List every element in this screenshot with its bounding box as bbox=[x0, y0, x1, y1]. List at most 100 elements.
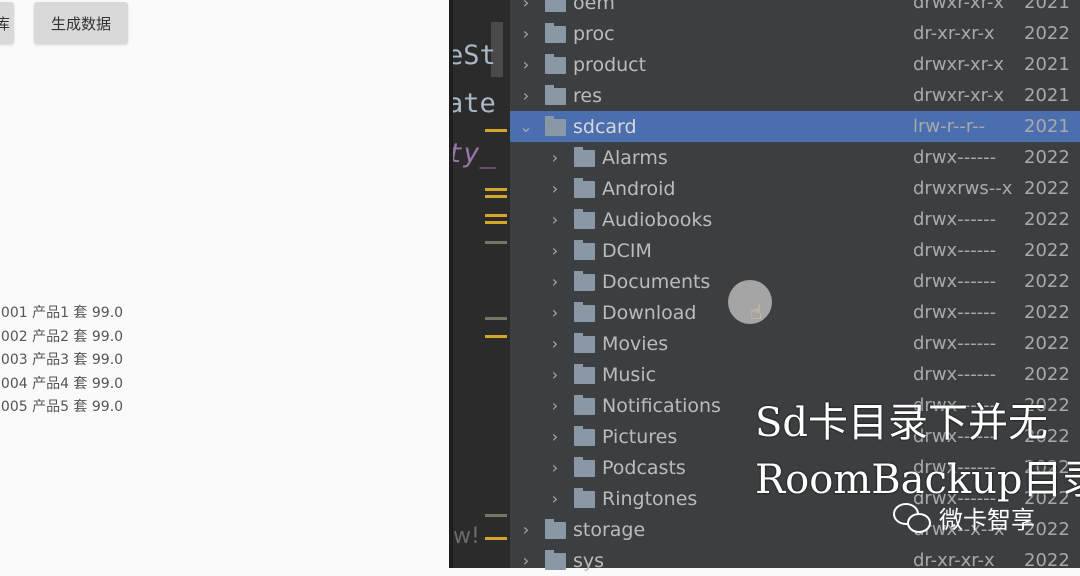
date: 2021 bbox=[1024, 116, 1070, 137]
warning-marker[interactable] bbox=[485, 214, 507, 217]
chevron-right-icon[interactable]: › bbox=[519, 24, 533, 43]
wechat-icon bbox=[893, 501, 933, 535]
warning-marker[interactable] bbox=[485, 129, 507, 132]
tree-row-sys[interactable]: › sys dr-xr-xr-x 2022 bbox=[510, 545, 1080, 576]
library-button[interactable]: 库 bbox=[0, 2, 14, 44]
chevron-right-icon[interactable]: › bbox=[548, 489, 562, 508]
folder-icon bbox=[574, 395, 595, 415]
tree-row-download[interactable]: › Download drwx------ 2022 bbox=[510, 297, 1080, 328]
library-button-label: 库 bbox=[0, 14, 10, 33]
file-name: Podcasts bbox=[602, 456, 686, 479]
chevron-right-icon[interactable]: › bbox=[548, 427, 562, 446]
date: 2022 bbox=[1024, 271, 1070, 292]
folder-icon bbox=[574, 333, 595, 353]
permissions: drwxrws--x bbox=[913, 178, 1013, 199]
permissions: drwxr-xr-x bbox=[913, 54, 1004, 75]
file-name: Download bbox=[602, 301, 697, 324]
date: 2022 bbox=[1024, 240, 1070, 261]
chevron-right-icon[interactable]: › bbox=[548, 365, 562, 384]
tree-row-product[interactable]: › product drwxr-xr-x 2021 bbox=[510, 49, 1080, 80]
warning-marker[interactable] bbox=[485, 221, 507, 224]
chevron-right-icon[interactable]: › bbox=[548, 272, 562, 291]
permissions: lrw-r--r-- bbox=[913, 116, 986, 137]
warning-marker[interactable] bbox=[485, 335, 507, 338]
folder-icon bbox=[574, 178, 595, 198]
date: 2022 bbox=[1024, 178, 1070, 199]
tree-row-audiobooks[interactable]: › Audiobooks drwx------ 2022 bbox=[510, 204, 1080, 235]
file-name: Android bbox=[602, 177, 676, 200]
list-item: 0002 产品2 套 99.0 bbox=[0, 328, 124, 345]
tree-row-android[interactable]: › Android drwxrws--x 2022 bbox=[510, 173, 1080, 204]
tree-row-res[interactable]: › res drwxr-xr-x 2021 bbox=[510, 80, 1080, 111]
chevron-right-icon[interactable]: › bbox=[519, 55, 533, 74]
warning-marker[interactable] bbox=[485, 195, 507, 198]
file-name: Music bbox=[602, 363, 657, 386]
file-name: Notifications bbox=[602, 394, 721, 417]
list-item: 0004 产品4 套 99.0 bbox=[0, 375, 124, 392]
permissions: drwxr-xr-x bbox=[913, 85, 1004, 106]
permissions: drwx------ bbox=[913, 364, 997, 385]
generate-data-button[interactable]: 生成数据 bbox=[34, 2, 128, 44]
tree-row-alarms[interactable]: › Alarms drwx------ 2022 bbox=[510, 142, 1080, 173]
list-item: 0005 产品5 套 99.0 bbox=[0, 399, 124, 416]
chevron-right-icon[interactable]: › bbox=[548, 396, 562, 415]
chevron-down-icon[interactable]: ⌄ bbox=[519, 117, 533, 136]
date: 2022 bbox=[1024, 209, 1070, 230]
info-marker[interactable] bbox=[485, 241, 507, 244]
code-editor[interactable]: eSt ate ty_ w! bbox=[453, 0, 510, 568]
folder-icon bbox=[574, 302, 595, 322]
tree-row-documents[interactable]: › Documents drwx------ 2022 bbox=[510, 266, 1080, 297]
file-name: res bbox=[573, 84, 602, 107]
code-line: eSt bbox=[453, 40, 496, 71]
watermark-text: 微卡智享 bbox=[939, 506, 1035, 534]
folder-link-icon bbox=[545, 116, 566, 136]
info-marker[interactable] bbox=[485, 514, 507, 517]
date: 2022 bbox=[1024, 23, 1070, 44]
permissions: drwx------ bbox=[913, 302, 997, 323]
tree-row-movies[interactable]: › Movies drwx------ 2022 bbox=[510, 328, 1080, 359]
chevron-right-icon[interactable]: › bbox=[548, 334, 562, 353]
file-name: Movies bbox=[602, 332, 669, 355]
chevron-right-icon[interactable]: › bbox=[519, 551, 533, 570]
folder-icon bbox=[574, 364, 595, 384]
folder-icon bbox=[545, 0, 566, 12]
chevron-right-icon[interactable]: › bbox=[519, 520, 533, 539]
permissions: drwx------ bbox=[913, 147, 997, 168]
folder-icon bbox=[574, 147, 595, 167]
file-name: Ringtones bbox=[602, 487, 698, 510]
chevron-right-icon[interactable]: › bbox=[548, 458, 562, 477]
permissions: drwx------ bbox=[913, 240, 997, 261]
chevron-right-icon[interactable]: › bbox=[548, 241, 562, 260]
caption-line: Sd卡目录下并无 bbox=[755, 400, 1049, 446]
folder-icon bbox=[574, 209, 595, 229]
permissions: drwx------ bbox=[913, 209, 997, 230]
chevron-right-icon[interactable]: › bbox=[548, 210, 562, 229]
folder-icon bbox=[574, 271, 595, 291]
product-list: 0001 产品1 套 99.0 0002 产品2 套 99.0 0003 产品3… bbox=[0, 302, 123, 420]
folder-icon bbox=[545, 23, 566, 43]
file-name: DCIM bbox=[602, 239, 652, 262]
file-name: Pictures bbox=[602, 425, 678, 448]
folder-icon bbox=[545, 85, 566, 105]
chevron-right-icon[interactable]: › bbox=[519, 0, 533, 12]
folder-icon bbox=[574, 426, 595, 446]
warning-marker[interactable] bbox=[485, 188, 507, 191]
chevron-right-icon[interactable]: › bbox=[548, 303, 562, 322]
chevron-right-icon[interactable]: › bbox=[548, 179, 562, 198]
chevron-right-icon[interactable]: › bbox=[548, 148, 562, 167]
generate-data-label: 生成数据 bbox=[50, 14, 111, 33]
date: 2021 bbox=[1024, 54, 1070, 75]
date: 2021 bbox=[1024, 0, 1070, 13]
file-name: Audiobooks bbox=[602, 208, 713, 231]
date: 2021 bbox=[1024, 85, 1070, 106]
tree-row-proc[interactable]: › proc dr-xr-xr-x 2022 bbox=[510, 18, 1080, 49]
tree-row-dcim[interactable]: › DCIM drwx------ 2022 bbox=[510, 235, 1080, 266]
file-name: Alarms bbox=[602, 146, 668, 169]
info-marker[interactable] bbox=[485, 317, 507, 320]
tree-row-oem[interactable]: › oem drwxr-xr-x 2021 bbox=[510, 0, 1080, 18]
tree-row-music[interactable]: › Music drwx------ 2022 bbox=[510, 359, 1080, 390]
tree-row-sdcard[interactable]: ⌄ sdcard lrw-r--r-- 2021 bbox=[510, 111, 1080, 142]
folder-icon bbox=[545, 550, 566, 570]
warning-marker[interactable] bbox=[485, 537, 507, 540]
chevron-right-icon[interactable]: › bbox=[519, 86, 533, 105]
